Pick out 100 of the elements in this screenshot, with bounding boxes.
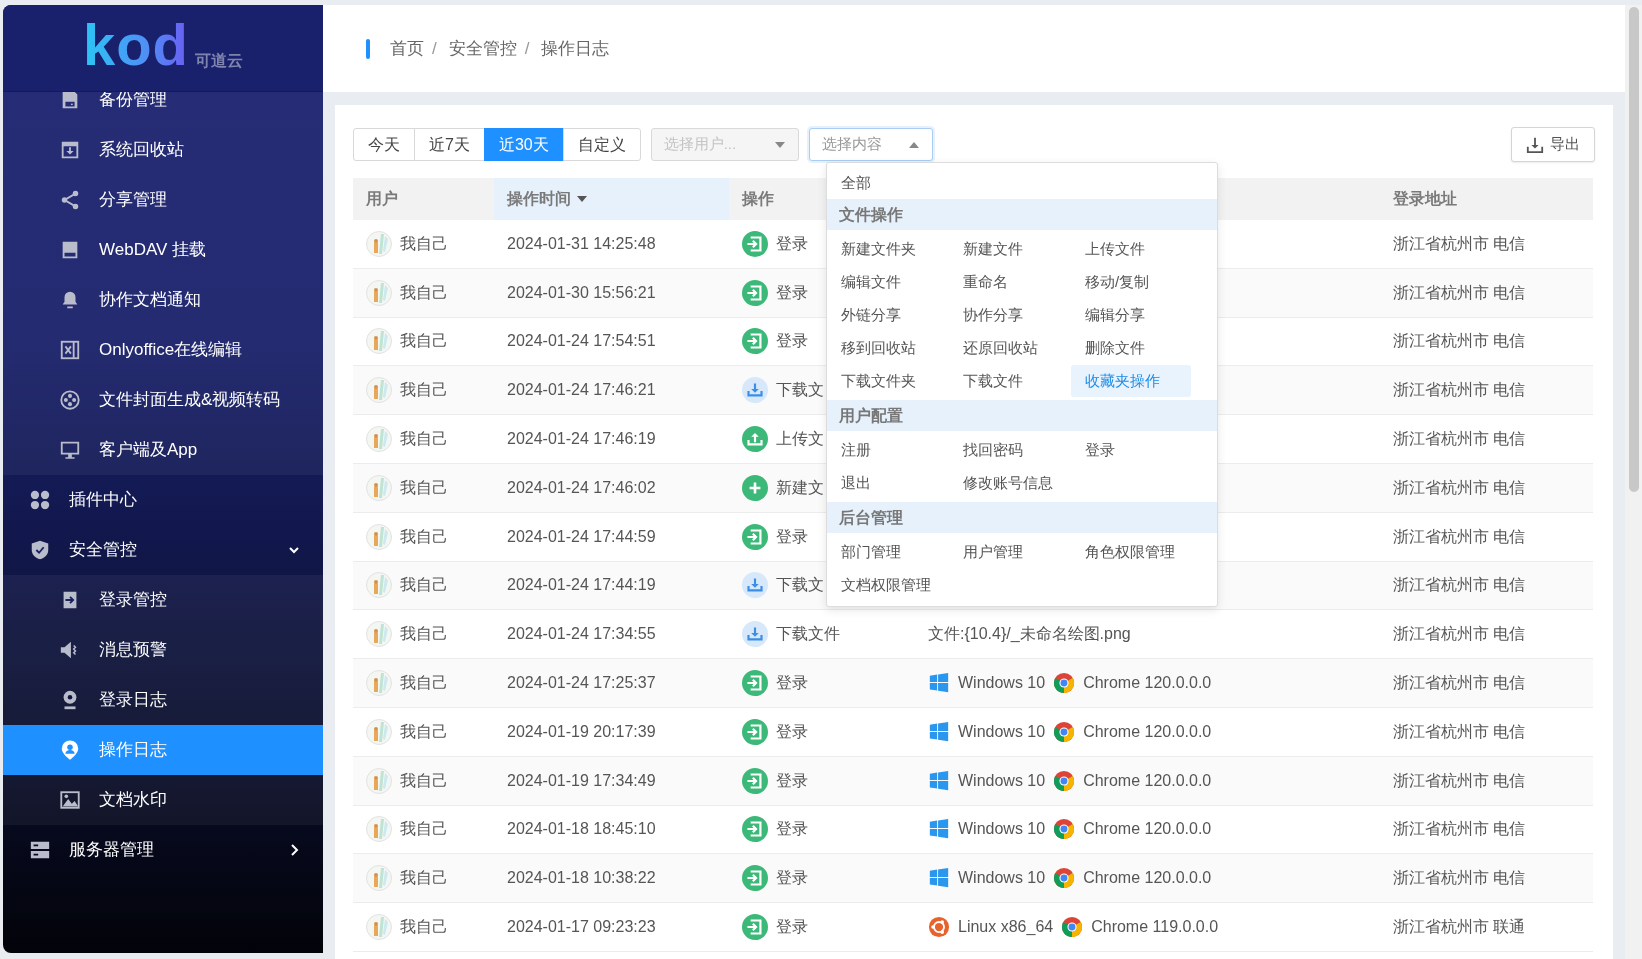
period-button[interactable]: 近7天 xyxy=(414,128,485,161)
avatar xyxy=(366,670,392,697)
dropdown-option[interactable]: 重命名 xyxy=(949,266,1071,298)
menu-item[interactable]: 分享管理 xyxy=(3,175,323,225)
dropdown-option[interactable]: 退出 xyxy=(827,467,949,499)
time-cell: 2024-01-24 17:46:19 xyxy=(494,415,729,464)
window-panes-icon xyxy=(928,867,950,890)
browser-logo-icon xyxy=(1053,720,1076,743)
dropdown-option[interactable]: 新建文件 xyxy=(949,233,1071,265)
dropdown-option[interactable]: 部门管理 xyxy=(827,536,949,568)
dropdown-option[interactable]: 找回密码 xyxy=(949,434,1071,466)
dropdown-option[interactable]: 角色权限管理 xyxy=(1071,536,1205,568)
menu-item[interactable]: 文件封面生成&视频转码 xyxy=(3,375,323,425)
address-cell: 浙江省杭州市 电信 xyxy=(1380,366,1593,416)
grid-icon xyxy=(29,489,51,511)
scrollbar-thumb[interactable] xyxy=(1628,7,1639,492)
action-label: 登录 xyxy=(776,770,808,791)
action-label: 下载文 xyxy=(776,380,824,401)
dropdown-group-header: 后台管理 xyxy=(827,502,1217,533)
dropdown-option[interactable]: 删除文件 xyxy=(1071,332,1205,364)
action-label: 登录 xyxy=(776,526,808,547)
time-cell: 2024-01-17 09:23:23 xyxy=(494,903,729,952)
action-label: 登录 xyxy=(776,282,808,303)
avatar xyxy=(366,767,392,794)
tray-download-icon xyxy=(59,139,81,161)
dropdown-option[interactable]: 文档权限管理 xyxy=(827,569,949,601)
dropdown-option[interactable]: 注册 xyxy=(827,434,949,466)
dropdown-option[interactable]: 下载文件夹 xyxy=(827,365,949,397)
avatar xyxy=(366,865,392,892)
menu-item[interactable]: 登录管控 xyxy=(3,575,323,625)
menu-item[interactable]: 消息预警 xyxy=(3,625,323,675)
login-icon xyxy=(742,279,768,306)
column-header[interactable]: 登录地址 xyxy=(1380,178,1593,220)
period-button[interactable]: 自定义 xyxy=(562,128,641,161)
menu-item[interactable]: 登录日志 xyxy=(3,675,323,725)
user-name: 我自己 xyxy=(400,380,448,401)
action-label: 新建文 xyxy=(776,477,824,498)
menu-item[interactable]: 系统回收站 xyxy=(3,125,323,175)
browser-name: Chrome 120.0.0.0 xyxy=(1083,770,1212,791)
os-name: Linux x86_64 xyxy=(958,917,1054,938)
menu-item[interactable]: 插件中心 xyxy=(3,475,323,525)
dropdown-option[interactable]: 移动/复制 xyxy=(1071,266,1205,298)
os-name: Windows 10 xyxy=(958,673,1046,694)
menu-item[interactable]: WebDAV 挂载 xyxy=(3,225,323,275)
action-label: 登录 xyxy=(776,819,808,840)
menu-item[interactable]: 服务器管理 xyxy=(3,825,323,875)
scrollbar[interactable] xyxy=(1625,5,1642,959)
column-header[interactable]: 用户 xyxy=(353,178,494,220)
time-cell: 2024-01-24 17:44:59 xyxy=(494,512,729,562)
ring-logo-icon xyxy=(928,916,950,939)
document-x-icon xyxy=(59,339,81,361)
breadcrumb-link[interactable]: 首页 xyxy=(390,35,424,62)
dropdown-option[interactable]: 登录 xyxy=(1071,434,1205,466)
login-icon xyxy=(742,230,768,257)
dropdown-option[interactable]: 上传文件 xyxy=(1071,233,1205,265)
os-name: Windows 10 xyxy=(958,868,1046,889)
time-cell: 2024-01-24 17:46:21 xyxy=(494,366,729,416)
menu-item[interactable]: 备份管理 xyxy=(3,92,323,125)
caret-down-icon xyxy=(773,140,786,149)
export-button[interactable]: 导出 xyxy=(1511,127,1595,162)
image-icon xyxy=(59,789,81,811)
dropdown-option[interactable]: 移到回收站 xyxy=(827,332,949,364)
user-name: 我自己 xyxy=(400,477,448,498)
avatar xyxy=(366,328,392,355)
user-name: 我自己 xyxy=(400,624,448,645)
time-cell: 2024-01-18 10:38:22 xyxy=(494,854,729,904)
menu-item[interactable]: 协作文档通知 xyxy=(3,275,323,325)
dropdown-option[interactable]: 用户管理 xyxy=(949,536,1071,568)
dropdown-option[interactable]: 还原回收站 xyxy=(949,332,1071,364)
user-name: 我自己 xyxy=(400,429,448,450)
menu-item[interactable]: 安全管控 xyxy=(3,525,323,575)
user-name: 我自己 xyxy=(400,331,448,352)
menu-item[interactable]: Onlyoffice在线编辑 xyxy=(3,325,323,375)
dropdown-option[interactable]: 下载文件 xyxy=(949,365,1071,397)
period-button[interactable]: 今天 xyxy=(353,128,415,161)
dropdown-group-header: 用户配置 xyxy=(827,400,1217,431)
action-label: 下载文件 xyxy=(776,624,840,645)
breadcrumb-link[interactable]: 安全管控 xyxy=(448,35,517,62)
menu-item[interactable]: 客户端及App xyxy=(3,425,323,475)
caret-up-icon xyxy=(907,140,920,149)
menu-item[interactable]: 文档水印 xyxy=(3,775,323,825)
time-cell: 2024-01-24 17:25:37 xyxy=(494,659,729,708)
action-label: 登录 xyxy=(776,917,808,938)
dropdown-option[interactable]: 编辑分享 xyxy=(1071,299,1205,331)
login-icon xyxy=(742,523,768,550)
dropdown-option[interactable]: 外链分享 xyxy=(827,299,949,331)
address-cell: 浙江省杭州市 电信 xyxy=(1380,659,1593,708)
login-icon xyxy=(742,718,768,745)
logo-subtitle: 可道云 xyxy=(195,51,244,71)
column-header[interactable]: 操作时间 xyxy=(494,178,729,220)
login-icon xyxy=(742,914,768,941)
browser-name: Chrome 120.0.0.0 xyxy=(1083,721,1212,742)
dropdown-option[interactable]: 修改账号信息 xyxy=(949,467,1071,499)
breadcrumb-current: 操作日志 xyxy=(541,37,610,60)
dropdown-option[interactable]: 协作分享 xyxy=(949,299,1071,331)
dropdown-option[interactable]: 新建文件夹 xyxy=(827,233,949,265)
user-name: 我自己 xyxy=(400,233,448,254)
action-label: 登录 xyxy=(776,868,808,889)
dropdown-option[interactable]: 编辑文件 xyxy=(827,266,949,298)
dropdown-group-header: 文件操作 xyxy=(827,199,1217,230)
